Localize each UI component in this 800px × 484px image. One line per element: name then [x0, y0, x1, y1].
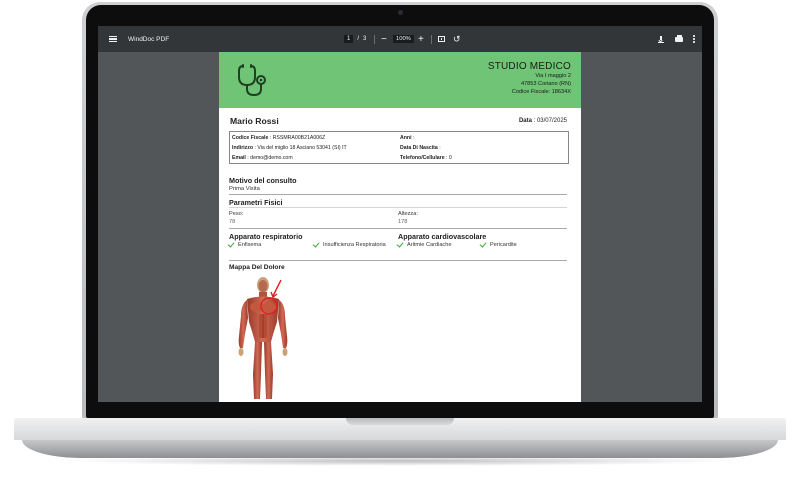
pdf-toolbar: WindDoc PDF 1 / 3 − 100% + ↺ [98, 26, 702, 52]
app-title: WindDoc PDF [128, 35, 170, 43]
anni-value: : [412, 135, 415, 141]
check-item-insufficienza: Insufficienza Respiratoria [312, 240, 386, 248]
parametri-title: Parametri Fisici [229, 198, 283, 207]
divider [229, 207, 567, 208]
data-nascita-row: Data Di Nascita : [400, 145, 441, 151]
check-item-aritmie: Aritmie Cardiache [396, 240, 452, 248]
anni-row: Anni : [400, 135, 414, 141]
toolbar-divider [374, 35, 375, 44]
data-nascita-label: Data Di Nascita [400, 145, 438, 151]
indirizzo-row: Indirizzo : Via del miglio 18 Asciano 53… [232, 145, 347, 151]
page-indicator: 1 / 3 [344, 26, 366, 52]
altezza-value: 178 [398, 219, 408, 225]
studio-address: Via I maggio 2 [535, 73, 571, 79]
date-label: Data [518, 118, 532, 124]
telefono-label: Telefono/Cellulare [400, 155, 445, 161]
check-icon [227, 240, 235, 248]
date-value: : 03/07/2025 [533, 118, 567, 124]
email-row: Email : demo@demo.com [232, 155, 293, 161]
visit-date: Data : 03/07/2025 [519, 118, 567, 124]
data-nascita-value: : [439, 145, 441, 151]
page-number-input[interactable]: 1 [344, 35, 354, 43]
respiratorio-title: Apparato respiratorio [229, 232, 303, 241]
menu-icon[interactable] [108, 26, 118, 52]
codice-fiscale-label: Codice Fiscale [232, 135, 269, 141]
divider [229, 228, 567, 229]
studio-name: STUDIO MEDICO [487, 61, 571, 72]
altezza-label: Altezza: [398, 211, 418, 217]
pdf-page: STUDIO MEDICO Via I maggio 2 47853 Coria… [219, 52, 581, 402]
rotate-icon[interactable]: ↺ [453, 26, 461, 52]
peso-label: Peso: [229, 211, 244, 217]
email-label: Email [232, 155, 246, 161]
indirizzo-value: : Via del miglio 18 Asciano 53041 (SI) I… [254, 145, 347, 151]
mappa-title: Mappa Del Dolore [229, 264, 285, 271]
anni-label: Anni [400, 135, 412, 141]
zoom-out-button[interactable]: − [381, 26, 387, 52]
fit-page-icon[interactable] [438, 26, 445, 52]
zoom-input[interactable]: 100% [393, 35, 414, 43]
pain-map-figure [238, 277, 288, 399]
motivo-title: Motivo del consulto [229, 176, 297, 185]
page-total: 3 [363, 36, 367, 42]
check-icon [396, 240, 404, 248]
check-label: Pericardite [490, 242, 517, 248]
check-label: Insufficienza Respiratoria [323, 242, 386, 248]
indirizzo-label: Indirizzo [232, 145, 254, 151]
motivo-value: Prima Visita [229, 186, 260, 192]
check-icon [312, 240, 320, 248]
toolbar-divider [431, 35, 432, 44]
telefono-row: Telefono/Cellulare : 0 [400, 155, 452, 161]
divider [229, 260, 567, 261]
check-icon [479, 240, 487, 248]
stethoscope-icon [238, 64, 266, 97]
patient-name: Mario Rossi [230, 116, 279, 126]
email-value: : demo@demo.com [247, 155, 293, 161]
check-label: Aritmie Cardiache [407, 242, 452, 248]
studio-city: 47853 Coriano (RN) [520, 81, 571, 87]
print-icon[interactable] [675, 26, 683, 52]
camera-icon [398, 10, 403, 15]
divider [229, 194, 567, 195]
studio-tax-code: Codice Fiscale: 18634X [511, 89, 571, 95]
document-header: STUDIO MEDICO Via I maggio 2 47853 Coria… [219, 52, 581, 108]
peso-value: 78 [229, 219, 236, 225]
more-options-icon[interactable] [693, 26, 695, 52]
zoom-level: 100% [393, 26, 414, 52]
pdf-viewer: WindDoc PDF 1 / 3 − 100% + ↺ STUDIO MEDI… [98, 26, 702, 402]
laptop-base [22, 440, 778, 458]
zoom-in-button[interactable]: + [418, 26, 424, 52]
codice-fiscale-value: : RSSMRA00B21A006Z [269, 135, 326, 141]
cardiovascolare-title: Apparato cardiovascolare [398, 232, 487, 241]
check-item-pericardite: Pericardite [479, 240, 517, 248]
check-item-enfisema: Enfisema [227, 240, 262, 248]
laptop-notch [346, 418, 454, 425]
download-icon[interactable] [658, 26, 664, 52]
check-label: Enfisema [238, 242, 262, 248]
telefono-value: : 0 [446, 155, 452, 161]
pain-marker-arrow [272, 279, 282, 297]
codice-fiscale-row: Codice Fiscale : RSSMRA00B21A006Z [232, 135, 325, 141]
patient-info-box: Codice Fiscale : RSSMRA00B21A006Z Indiri… [229, 131, 569, 164]
page-separator: / [357, 36, 360, 42]
